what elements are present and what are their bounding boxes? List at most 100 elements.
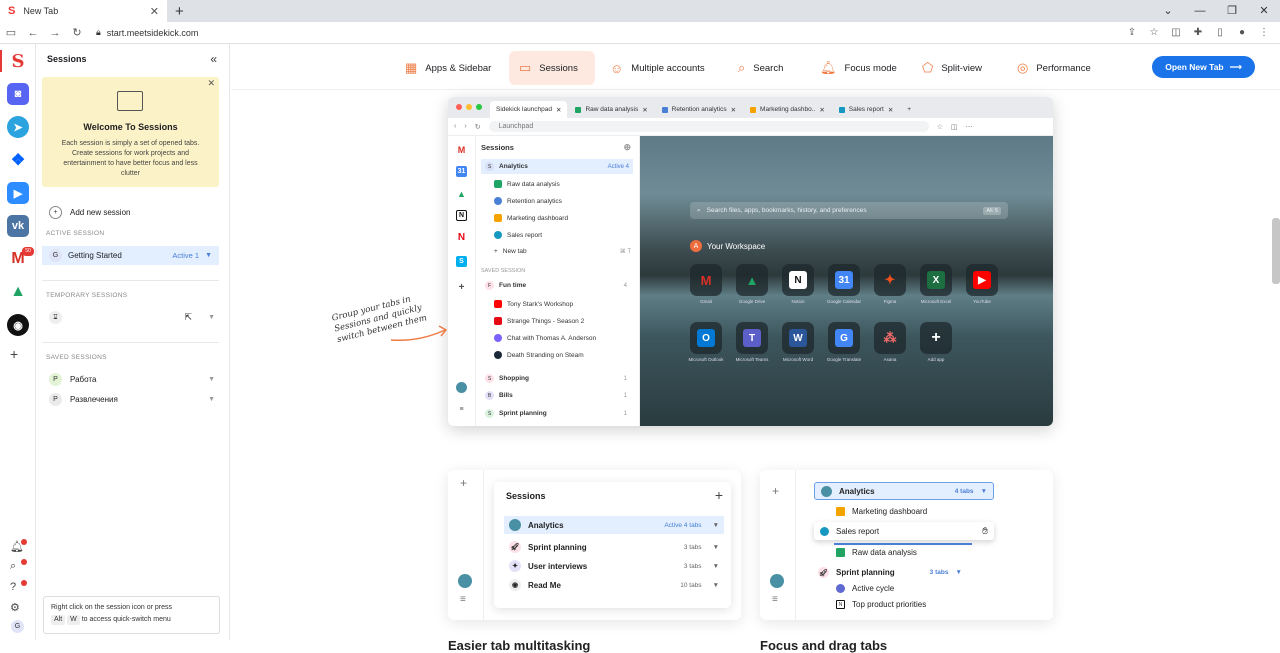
launchpad-search: ⌕ Search files, apps, bookmarks, history,… xyxy=(690,202,1008,219)
nav-multiple-accounts[interactable]: ☺ Multiple accounts xyxy=(600,51,715,85)
sessions-card: + ≡ Sessions + Analytics Active 4 tabs ▼ 🚀… xyxy=(448,470,741,620)
dismiss-welcome-icon[interactable]: ✕ xyxy=(207,78,215,89)
side-panel-icon[interactable]: ▯ xyxy=(1212,27,1228,38)
collapse-sidebar-icon[interactable]: « xyxy=(210,52,217,66)
menu-icon[interactable]: ⋮ xyxy=(1256,27,1272,38)
nav-focus-mode[interactable]: 🔔︎ Focus mode xyxy=(810,51,907,85)
focus-bell-icon: 🔔︎ xyxy=(820,60,837,75)
nav-search[interactable]: ⌕ Search xyxy=(728,51,793,85)
session-row[interactable]: ◉ Read Me 10 tabs ▼ xyxy=(504,576,724,594)
close-window-button[interactable]: ✕ xyxy=(1248,0,1280,22)
back-icon[interactable]: ← xyxy=(22,27,44,39)
drag-tabs-card: + ≡ Analytics 4 tabs ▼ Marketing dashboard… xyxy=(760,470,1053,620)
chevron-down-icon[interactable]: ▼ xyxy=(208,396,215,403)
preview-tab: Sales report ✕ xyxy=(832,101,900,118)
fingerprint-icon: ◎ xyxy=(1017,60,1029,75)
search-icon[interactable]: ⌕ xyxy=(10,560,16,573)
saved-session-row[interactable]: P Работа ▼ xyxy=(49,373,215,386)
add-session-label: Add new session xyxy=(70,208,131,217)
discord-icon[interactable]: ◙ xyxy=(7,83,29,105)
sessions-illustration-icon xyxy=(117,91,143,111)
grab-hand-icon: ✋︎ xyxy=(982,525,988,537)
panel-title: Sessions xyxy=(506,491,546,501)
gmail-badge: 50 xyxy=(22,247,34,256)
launchpad-hero: ⌕ Search files, apps, bookmarks, history,… xyxy=(640,136,1053,426)
tab-item[interactable]: N Top product priorities xyxy=(836,600,926,609)
feature-heading: Easier tab multitasking xyxy=(448,638,591,653)
session-row[interactable]: Analytics 4 tabs ▼ xyxy=(814,482,994,500)
nav-performance[interactable]: ◎ Performance xyxy=(1007,51,1101,85)
new-tab-button[interactable]: + xyxy=(175,3,184,20)
google-drive-icon[interactable]: ▲ xyxy=(7,281,29,303)
github-icon[interactable]: ◉ xyxy=(7,314,29,336)
sidekick-favicon-icon: S xyxy=(8,5,16,17)
hourglass-icon: ⌛︎ xyxy=(49,311,62,324)
split-view-icon: ⬠ xyxy=(922,60,934,75)
welcome-description: Each session is simply a set of opened t… xyxy=(61,140,200,177)
vk-icon[interactable]: vk xyxy=(7,215,29,237)
preview-tab: Marketing dashbo.. ✕ xyxy=(744,101,831,118)
session-row[interactable]: 🚀︎ Sprint planning 3 tabs ▼ xyxy=(818,567,962,578)
chevron-down-icon[interactable]: ▼ xyxy=(205,252,212,259)
open-new-tab-button[interactable]: Open New Tab ⟶ xyxy=(1152,56,1255,78)
saved-session-row[interactable]: P Развлечения ▼ xyxy=(49,393,215,406)
dragged-tab[interactable]: Sales report ✋︎ xyxy=(814,522,994,540)
active-session-row[interactable]: G Getting Started Active 1 ▼ xyxy=(42,246,219,265)
forward-icon[interactable]: → xyxy=(44,27,66,39)
add-session-button[interactable]: + Add new session xyxy=(49,206,130,219)
minimize-button[interactable]: — xyxy=(1184,0,1216,22)
open-external-icon[interactable]: ⇱ xyxy=(185,312,193,323)
add-app-icon[interactable]: + xyxy=(10,346,18,362)
zoom-icon[interactable]: ▶ xyxy=(7,182,29,204)
arrow-right-icon: ⟶ xyxy=(1229,61,1242,72)
tab-item[interactable]: Marketing dashboard xyxy=(836,507,927,516)
lock-icon: 🔒︎ xyxy=(96,27,101,37)
sidekick-logo-icon[interactable]: S xyxy=(7,50,29,72)
tab-item[interactable]: Active cycle xyxy=(836,584,894,593)
scrollbar[interactable] xyxy=(1272,218,1280,284)
browser-tab-strip: S New Tab ✕ + ⌄ — ❐ ✕ xyxy=(0,0,1280,22)
settings-icon[interactable]: ⚙ xyxy=(10,601,20,614)
tip-line-1: Right click on the session icon or press xyxy=(51,604,172,611)
user-avatar[interactable]: G xyxy=(11,620,24,633)
bookmark-star-icon[interactable]: ☆ xyxy=(1146,27,1162,38)
forward-icon: › xyxy=(464,123,467,130)
profile-icon[interactable]: ● xyxy=(1234,27,1250,38)
temporary-session-row[interactable]: ⌛︎ ⇱ ▼ xyxy=(49,311,215,324)
session-row[interactable]: Analytics Active 4 tabs ▼ xyxy=(504,516,724,534)
restore-button[interactable]: ❐ xyxy=(1216,0,1248,22)
session-row[interactable]: ✦ User interviews 3 tabs ▼ xyxy=(504,557,724,575)
session-row[interactable]: 🚀︎ Sprint planning 3 tabs ▼ xyxy=(504,538,724,556)
browser-tab[interactable]: S New Tab ✕ xyxy=(0,0,167,22)
tab-search-icon[interactable]: ⌄ xyxy=(1152,0,1184,22)
chevron-down-icon[interactable]: ▼ xyxy=(208,376,215,383)
apps-grid-icon: ▦ xyxy=(405,60,418,75)
url-text[interactable]: start.meetsidekick.com xyxy=(107,28,199,38)
extensions-icon[interactable]: ✚ xyxy=(1190,27,1206,38)
session-avatar: P xyxy=(49,373,62,386)
tip-line-2: to access quick-switch menu xyxy=(81,616,171,623)
welcome-title: Welcome To Sessions xyxy=(83,122,178,132)
active-session-label: ACTIVE SESSION xyxy=(46,230,105,237)
nav-sessions[interactable]: ▭ Sessions xyxy=(509,51,595,85)
telegram-icon[interactable]: ➤ xyxy=(7,116,29,138)
chevron-down-icon[interactable]: ▼ xyxy=(208,314,215,321)
nav-split-view[interactable]: ⬠ Split-view xyxy=(912,51,992,85)
help-icon[interactable]: ? xyxy=(10,581,16,593)
share-icon[interactable]: ⇪ xyxy=(1124,27,1140,38)
tab-item[interactable]: Raw data analysis xyxy=(836,548,917,557)
split-view-icon[interactable]: ◫ xyxy=(1168,27,1184,38)
preview-sessions-panel: Sessions ⊕ S Analytics Active 4 Raw data an… xyxy=(476,136,640,426)
star-icon: ☆ xyxy=(936,123,943,131)
welcome-card: ✕ Welcome To Sessions Each session is si… xyxy=(42,77,219,187)
sidebar-toggle-icon[interactable]: ▭ xyxy=(0,26,22,39)
reload-icon[interactable]: ↻ xyxy=(66,26,88,39)
annotation-arrow-icon xyxy=(390,325,448,342)
session-avatar: P xyxy=(49,393,62,406)
session-name: Работа xyxy=(70,375,97,384)
dropbox-icon[interactable]: ❖ xyxy=(7,149,29,171)
nav-apps-sidebar[interactable]: ▦ Apps & Sidebar xyxy=(395,51,501,85)
add-session-icon[interactable]: + xyxy=(715,487,723,503)
close-tab-icon[interactable]: ✕ xyxy=(150,5,159,18)
address-bar[interactable]: 🔒︎ start.meetsidekick.com xyxy=(96,27,198,38)
